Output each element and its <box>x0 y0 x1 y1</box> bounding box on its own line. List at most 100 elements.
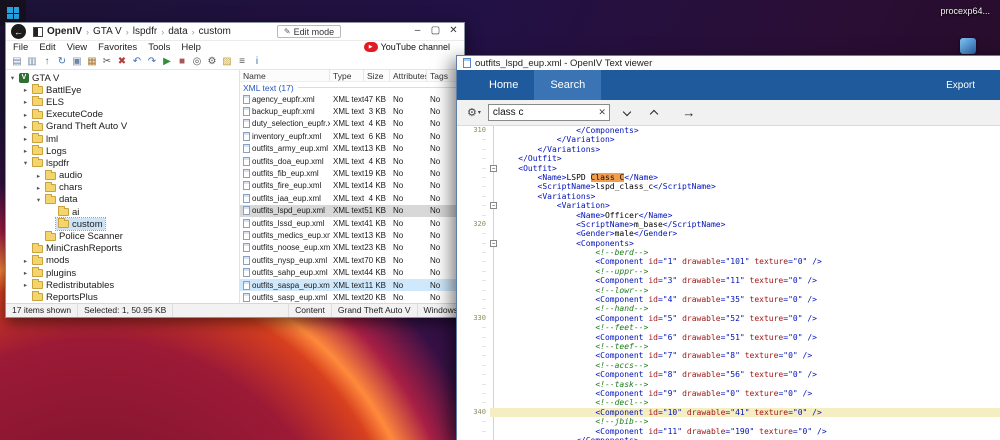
tree-item-minicrashreports[interactable]: MiniCrashReports <box>6 243 239 255</box>
chevron-right-icon[interactable]: ▸ <box>21 98 30 106</box>
code-line[interactable]: – <Component id="3" drawable="11" textur… <box>457 276 1000 285</box>
code-line[interactable]: 310 </Components> <box>457 126 1000 135</box>
breadcrumb-item-openiv[interactable]: OpenIV <box>47 26 82 37</box>
tree-item-executecode[interactable]: ▸ExecuteCode <box>6 109 239 121</box>
code-line[interactable]: – <!--task--> <box>457 380 1000 389</box>
file-row-backup-eupfr-xml[interactable]: backup_eupfr.xmlXML text3 KBNoNo <box>240 105 464 117</box>
file-row-outfits-fib-eup-xml[interactable]: outfits_fib_eup.xmlXML text19 KBNoNo <box>240 167 464 179</box>
file-row-outfits-sahp-eup-xml[interactable]: outfits_sahp_eup.xmlXML text44 KBNoNo <box>240 266 464 278</box>
code-line[interactable]: – <Component id="11" drawable="190" text… <box>457 427 1000 436</box>
code-line[interactable]: 320 <ScriptName>m_base</ScriptName> <box>457 220 1000 229</box>
tree-item-data[interactable]: ▾data <box>6 194 239 206</box>
file-row-agency-eupfr-xml[interactable]: agency_eupfr.xmlXML text47 KBNoNo <box>240 93 464 105</box>
chevron-down-icon[interactable]: ▾ <box>21 159 30 167</box>
code-line[interactable]: – <!--jbib--> <box>457 417 1000 426</box>
code-line[interactable]: – <Component id="4" drawable="35" textur… <box>457 295 1000 304</box>
clear-search-icon[interactable]: ✕ <box>598 107 606 118</box>
settings-icon[interactable]: ⚙ <box>205 55 219 69</box>
breadcrumb-item-custom[interactable]: custom <box>199 26 231 37</box>
tree-item-plugins[interactable]: ▸plugins <box>6 267 239 279</box>
code-line[interactable]: –− <Outfit> <box>457 164 1000 173</box>
file-row-duty-selection-eupfr-xml[interactable]: duty_selection_eupfr.xmlXML text4 KBNoNo <box>240 118 464 130</box>
tree-item-audio[interactable]: ▸audio <box>6 170 239 182</box>
desktop-shortcut-label[interactable]: procexp64... <box>940 6 990 16</box>
tree-item-battleye[interactable]: ▸BattlEye <box>6 84 239 96</box>
file-row-outfits-saspa-eup-xml[interactable]: outfits_saspa_eup.xmlXML text11 KBNoNo <box>240 279 464 291</box>
chevron-right-icon[interactable]: ▸ <box>21 257 30 265</box>
info-icon[interactable]: i <box>250 55 264 69</box>
tree-item-custom[interactable]: custom <box>6 218 239 230</box>
file-row-outfits-lssd-eup-xml[interactable]: outfits_lssd_eup.xmlXML text41 KBNoNo <box>240 217 464 229</box>
chevron-right-icon[interactable]: ▸ <box>34 172 43 180</box>
export-button[interactable]: Export <box>946 70 975 100</box>
tree-item-chars[interactable]: ▸chars <box>6 182 239 194</box>
find-next-button[interactable] <box>617 103 637 123</box>
chevron-right-icon[interactable]: ▸ <box>21 123 30 131</box>
chevron-down-icon[interactable]: ▾ <box>8 74 17 82</box>
find-previous-button[interactable] <box>644 103 664 123</box>
maximize-button[interactable]: ▢ <box>429 25 442 36</box>
go-button[interactable]: → <box>679 103 699 123</box>
copy-icon[interactable]: ▣ <box>70 55 84 69</box>
file-row-outfits-army-eup-xml[interactable]: outfits_army_eup.xmlXML text13 KBNoNo <box>240 143 464 155</box>
fold-toggle-icon[interactable]: − <box>490 240 497 247</box>
code-line[interactable]: – </Components> <box>457 436 1000 440</box>
paste-icon[interactable]: ▦ <box>85 55 99 69</box>
tree-item-police-scanner[interactable]: Police Scanner <box>6 230 239 242</box>
file-row-outfits-fire-eup-xml[interactable]: outfits_fire_eup.xmlXML text14 KBNoNo <box>240 180 464 192</box>
code-line[interactable]: – <Component id="1" drawable="101" textu… <box>457 257 1000 266</box>
tree-item-gta-v[interactable]: ▾VGTA V <box>6 72 239 84</box>
cut-icon[interactable]: ✂ <box>100 55 114 69</box>
menu-help[interactable]: Help <box>181 42 201 53</box>
chevron-right-icon[interactable]: ▸ <box>34 184 43 192</box>
youtube-channel-button[interactable]: ▶ YouTube channel <box>364 42 450 52</box>
list-icon[interactable]: ≡ <box>235 55 249 69</box>
code-line[interactable]: 330 <Component id="5" drawable="52" text… <box>457 314 1000 323</box>
code-line[interactable]: – <Component id="9" drawable="0" texture… <box>457 389 1000 398</box>
menu-file[interactable]: File <box>13 42 28 53</box>
code-line[interactable]: – <!--feet--> <box>457 323 1000 332</box>
file-row-outfits-iaa-eup-xml[interactable]: outfits_iaa_eup.xmlXML text4 KBNoNo <box>240 192 464 204</box>
stop-icon[interactable]: ■ <box>175 55 189 69</box>
file-row-outfits-lspd-eup-xml[interactable]: outfits_lspd_eup.xmlXML text51 KBNoNo <box>240 205 464 217</box>
code-line[interactable]: – <!--uppr--> <box>457 267 1000 276</box>
code-editor[interactable]: 310 </Components>– </Variation>– </Varia… <box>457 126 1000 440</box>
chevron-right-icon[interactable]: ▸ <box>21 135 30 143</box>
code-line[interactable]: 340 <Component id="10" drawable="41" tex… <box>457 408 1000 417</box>
search-input[interactable] <box>489 105 591 120</box>
close-button[interactable]: ✕ <box>447 25 460 36</box>
column-header-size[interactable]: Size <box>364 70 390 81</box>
tree-item-redistributables[interactable]: ▸Redistributables <box>6 279 239 291</box>
tree-item-logs[interactable]: ▸Logs <box>6 145 239 157</box>
file-row-outfits-medics-eup-xml[interactable]: outfits_medics_eup.xmlXML text13 KBNoNo <box>240 229 464 241</box>
chevron-right-icon[interactable]: ▸ <box>21 86 30 94</box>
menu-tools[interactable]: Tools <box>148 42 170 53</box>
breadcrumb-item-data[interactable]: data <box>168 26 187 37</box>
tree-item-grand-theft-auto-v[interactable]: ▸Grand Theft Auto V <box>6 121 239 133</box>
play-icon[interactable]: ▶ <box>160 55 174 69</box>
code-line[interactable]: –− <Components> <box>457 239 1000 248</box>
search-options-button[interactable]: ⚙▾ <box>467 106 481 119</box>
chevron-right-icon[interactable]: ▸ <box>21 269 30 277</box>
menu-edit[interactable]: Edit <box>39 42 55 53</box>
redo-icon[interactable]: ↷ <box>145 55 159 69</box>
chevron-right-icon[interactable]: ▸ <box>21 111 30 119</box>
code-line[interactable]: – <!--teef--> <box>457 342 1000 351</box>
breadcrumb-item-gta-v[interactable]: GTA V <box>93 26 122 37</box>
refresh-icon[interactable]: ↻ <box>55 55 69 69</box>
code-line[interactable]: – <Component id="6" drawable="51" textur… <box>457 333 1000 342</box>
breadcrumb-item-lspdfr[interactable]: lspdfr <box>133 26 157 37</box>
tree-item-mods[interactable]: ▸mods <box>6 255 239 267</box>
tab-search[interactable]: Search <box>534 70 601 100</box>
minimize-button[interactable]: – <box>411 25 424 36</box>
code-line[interactable]: – </Outfit> <box>457 154 1000 163</box>
code-line[interactable]: – <Component id="7" drawable="8" texture… <box>457 351 1000 360</box>
code-line[interactable]: – <!--berd--> <box>457 248 1000 257</box>
search-icon[interactable]: ◎ <box>190 55 204 69</box>
file-row-outfits-nysp-eup-xml[interactable]: outfits_nysp_eup.xmlXML text70 KBNoNo <box>240 254 464 266</box>
folder-icon[interactable]: ▨ <box>220 55 234 69</box>
tree-item-els[interactable]: ▸ELS <box>6 96 239 108</box>
column-header-name[interactable]: Name <box>240 70 330 81</box>
code-line[interactable]: – <!--decl--> <box>457 398 1000 407</box>
fold-toggle-icon[interactable]: − <box>490 202 497 209</box>
